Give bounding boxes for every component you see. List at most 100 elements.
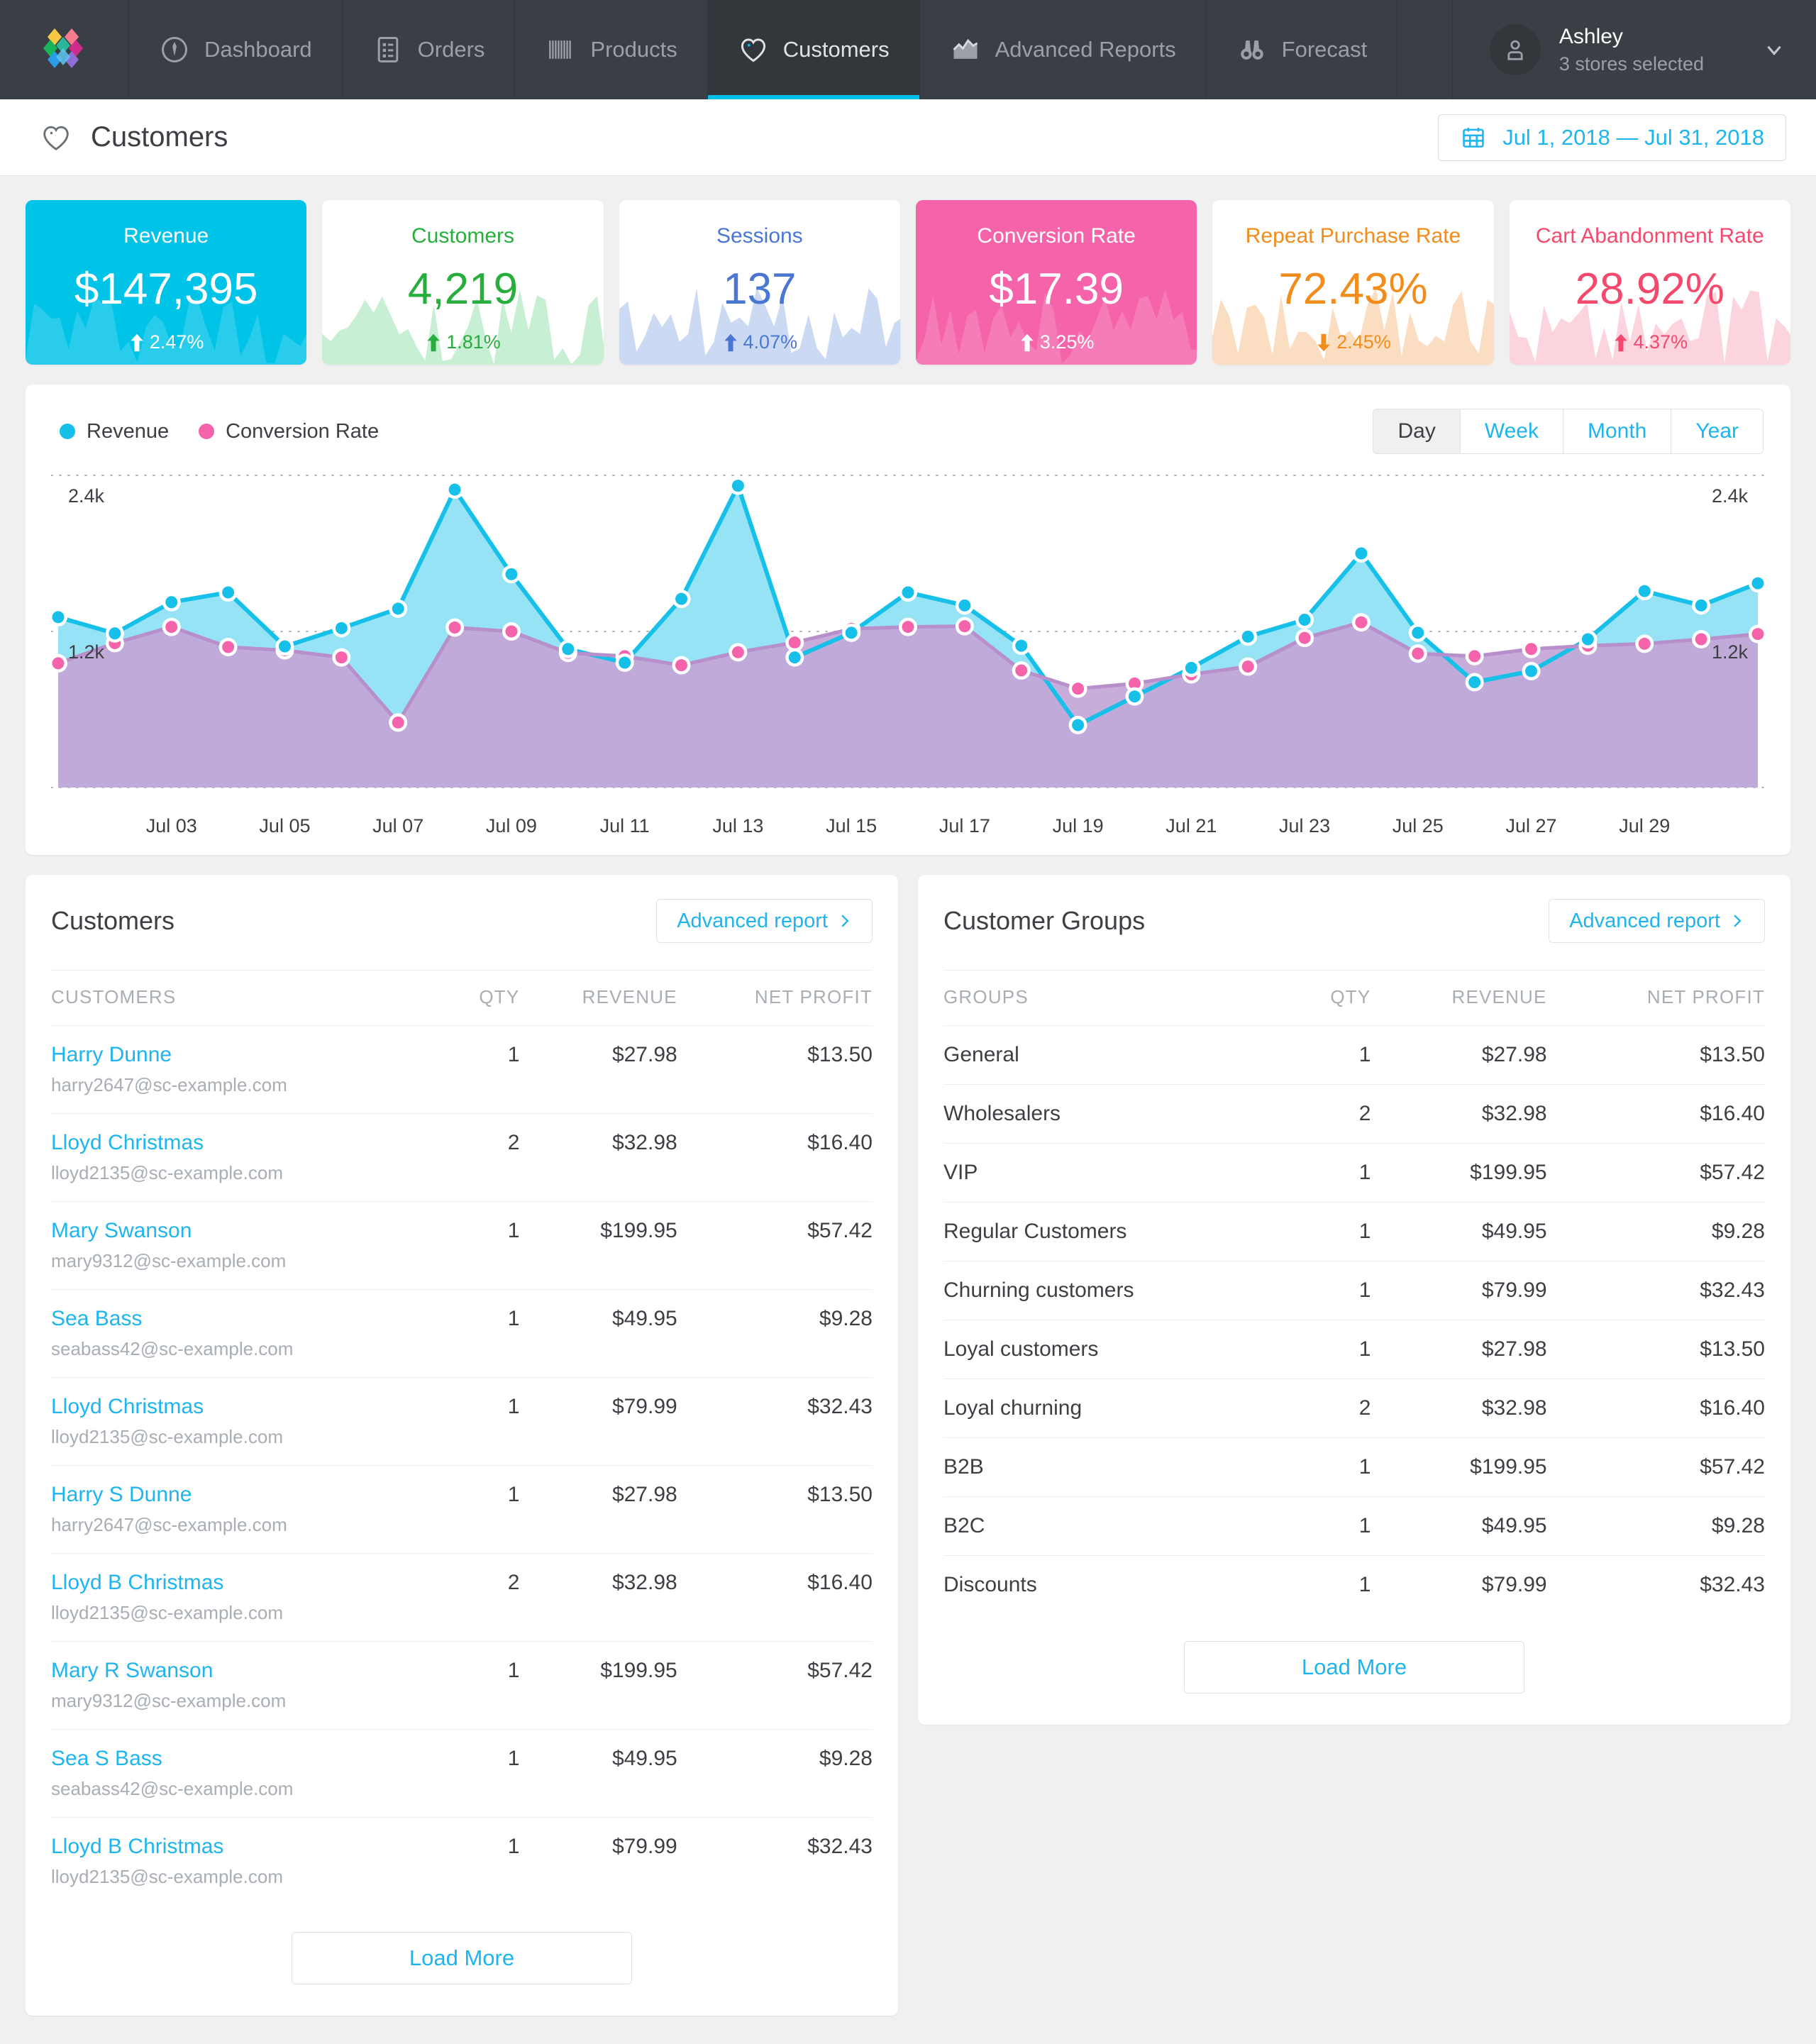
- range-button-year[interactable]: Year: [1671, 409, 1763, 453]
- range-button-week[interactable]: Week: [1460, 409, 1563, 453]
- nav-item-forecast[interactable]: Forecast: [1207, 0, 1398, 99]
- table-row[interactable]: Mary Swanson mary9312@sc-example.com 1 $199…: [51, 1201, 873, 1290]
- data-point-conversion-rate[interactable]: [335, 651, 348, 664]
- table-row[interactable]: VIP 1 $199.95 $57.42: [943, 1143, 1765, 1203]
- range-button-month[interactable]: Month: [1563, 409, 1672, 453]
- data-point-conversion-rate[interactable]: [902, 621, 914, 634]
- kpi-card-conversion-rate[interactable]: Conversion Rate $17.39 3.25%: [915, 200, 1197, 365]
- nav-item-advanced-reports[interactable]: Advanced Reports: [920, 0, 1207, 99]
- table-row[interactable]: Lloyd B Christmas lloyd2135@sc-example.co…: [51, 1817, 873, 1905]
- nav-item-dashboard[interactable]: Dashboard: [129, 0, 343, 99]
- data-point-conversion-rate[interactable]: [1525, 643, 1538, 656]
- customer-name-link[interactable]: Harry Dunne: [51, 1043, 453, 1067]
- table-row[interactable]: Loyal churning 2 $32.98 $16.40: [943, 1379, 1765, 1438]
- data-point-revenue[interactable]: [562, 643, 575, 656]
- table-row[interactable]: Regular Customers 1 $49.95 $9.28: [943, 1202, 1765, 1261]
- data-point-conversion-rate[interactable]: [1072, 683, 1085, 695]
- nav-item-customers[interactable]: Customers: [707, 0, 920, 99]
- data-point-revenue[interactable]: [619, 656, 631, 669]
- data-point-conversion-rate[interactable]: [448, 622, 461, 634]
- nav-item-orders[interactable]: Orders: [343, 0, 516, 99]
- customer-name-link[interactable]: Lloyd B Christmas: [51, 1571, 453, 1595]
- data-point-revenue[interactable]: [1072, 719, 1085, 731]
- data-point-revenue[interactable]: [1128, 690, 1141, 703]
- chart-range-selector[interactable]: Day Week Month Year: [1373, 409, 1764, 454]
- data-point-revenue[interactable]: [1695, 599, 1707, 612]
- customer-name-link[interactable]: Sea Bass: [51, 1307, 453, 1331]
- table-row[interactable]: Discounts 1 $79.99 $32.43: [943, 1555, 1765, 1614]
- data-point-conversion-rate[interactable]: [52, 657, 65, 670]
- data-point-revenue[interactable]: [958, 599, 971, 612]
- data-point-revenue[interactable]: [392, 602, 404, 615]
- data-point-revenue[interactable]: [1412, 626, 1424, 639]
- data-point-revenue[interactable]: [845, 626, 858, 639]
- table-row[interactable]: Churning customers 1 $79.99 $32.43: [943, 1261, 1765, 1320]
- data-point-conversion-rate[interactable]: [222, 641, 235, 653]
- customer-name-link[interactable]: Lloyd B Christmas: [51, 1835, 453, 1859]
- nav-item-products[interactable]: Products: [515, 0, 708, 99]
- data-point-revenue[interactable]: [165, 596, 178, 609]
- data-point-revenue[interactable]: [52, 611, 65, 624]
- data-point-revenue[interactable]: [1638, 585, 1651, 597]
- data-point-revenue[interactable]: [1751, 577, 1764, 590]
- data-point-conversion-rate[interactable]: [1468, 650, 1481, 663]
- data-point-revenue[interactable]: [109, 627, 121, 640]
- table-row[interactable]: Sea S Bass seabass42@sc-example.com 1 $49.9…: [51, 1729, 873, 1818]
- table-row[interactable]: Sea Bass seabass42@sc-example.com 1 $49.95 $…: [51, 1289, 873, 1378]
- table-row[interactable]: General 1 $27.98 $13.50: [943, 1025, 1765, 1085]
- table-row[interactable]: Harry S Dunne harry2647@sc-example.com 1 $2…: [51, 1465, 873, 1554]
- data-point-revenue[interactable]: [1355, 547, 1368, 560]
- kpi-card-cart-abandonment-rate[interactable]: Cart Abandonment Rate 28.92% 4.37%: [1509, 200, 1790, 365]
- data-point-revenue[interactable]: [1298, 614, 1311, 626]
- chart-svg[interactable]: 2.4k 2.4k 1.2k 1.2k: [49, 454, 1767, 802]
- table-row[interactable]: Lloyd B Christmas lloyd2135@sc-example.co…: [51, 1553, 873, 1642]
- table-row[interactable]: Lloyd Christmas lloyd2135@sc-example.com 1…: [51, 1377, 873, 1466]
- customer-name-link[interactable]: Sea S Bass: [51, 1747, 453, 1771]
- data-point-revenue[interactable]: [278, 640, 291, 653]
- table-row[interactable]: Lloyd Christmas lloyd2135@sc-example.com 2…: [51, 1113, 873, 1202]
- data-point-revenue[interactable]: [222, 586, 235, 599]
- data-point-conversion-rate[interactable]: [1695, 633, 1707, 646]
- data-point-revenue[interactable]: [1468, 676, 1481, 688]
- customers-advanced-report-button[interactable]: Advanced report: [656, 899, 873, 943]
- kpi-card-revenue[interactable]: Revenue $147,395 2.47%: [26, 200, 307, 365]
- legend-item-conversion-rate[interactable]: Conversion Rate: [199, 420, 379, 443]
- user-store-selector[interactable]: Ashley 3 stores selected: [1453, 0, 1816, 99]
- customer-name-link[interactable]: Harry S Dunne: [51, 1483, 453, 1507]
- customer-name-link[interactable]: Mary R Swanson: [51, 1659, 453, 1683]
- kpi-card-sessions[interactable]: Sessions 137 4.07%: [619, 200, 900, 365]
- legend-item-revenue[interactable]: Revenue: [60, 420, 169, 443]
- data-point-conversion-rate[interactable]: [1412, 647, 1424, 660]
- data-point-conversion-rate[interactable]: [505, 625, 518, 638]
- data-point-conversion-rate[interactable]: [675, 659, 688, 672]
- customers-load-more-button[interactable]: Load More: [292, 1932, 632, 1984]
- data-point-conversion-rate[interactable]: [958, 620, 971, 633]
- data-point-revenue[interactable]: [1185, 661, 1197, 674]
- data-point-conversion-rate[interactable]: [165, 621, 178, 634]
- customer-name-link[interactable]: Mary Swanson: [51, 1219, 453, 1243]
- data-point-revenue[interactable]: [1581, 633, 1594, 646]
- data-point-revenue[interactable]: [1525, 665, 1538, 678]
- table-row[interactable]: Wholesalers 2 $32.98 $16.40: [943, 1084, 1765, 1144]
- customer-name-link[interactable]: Lloyd Christmas: [51, 1395, 453, 1419]
- kpi-card-customers[interactable]: Customers 4,219 1.81%: [322, 200, 604, 365]
- data-point-revenue[interactable]: [902, 586, 914, 599]
- data-point-revenue[interactable]: [675, 592, 688, 605]
- date-range-picker[interactable]: Jul 1, 2018 — Jul 31, 2018: [1438, 114, 1786, 161]
- data-point-conversion-rate[interactable]: [1638, 637, 1651, 650]
- table-row[interactable]: B2B 1 $199.95 $57.42: [943, 1437, 1765, 1497]
- data-point-conversion-rate[interactable]: [731, 646, 744, 658]
- data-point-revenue[interactable]: [788, 651, 801, 664]
- data-point-conversion-rate[interactable]: [1298, 631, 1311, 644]
- chevron-down-icon[interactable]: [1762, 38, 1786, 62]
- data-point-revenue[interactable]: [505, 568, 518, 580]
- groups-load-more-button[interactable]: Load More: [1184, 1641, 1524, 1694]
- data-point-conversion-rate[interactable]: [788, 636, 801, 649]
- data-point-revenue[interactable]: [1241, 630, 1254, 643]
- table-row[interactable]: B2C 1 $49.95 $9.28: [943, 1496, 1765, 1556]
- data-point-revenue[interactable]: [448, 483, 461, 496]
- data-point-conversion-rate[interactable]: [392, 716, 404, 729]
- data-point-conversion-rate[interactable]: [1241, 661, 1254, 673]
- data-point-conversion-rate[interactable]: [1015, 664, 1028, 677]
- data-point-conversion-rate[interactable]: [1355, 616, 1368, 629]
